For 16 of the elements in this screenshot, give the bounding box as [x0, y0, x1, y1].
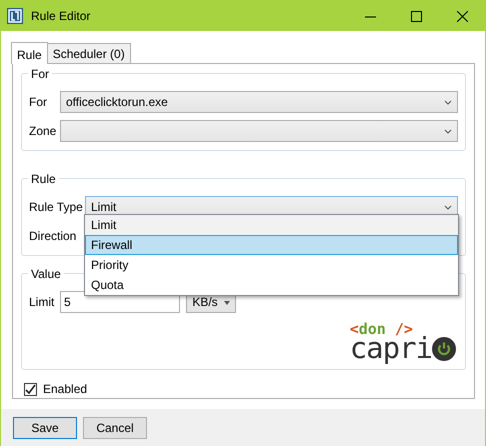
- checkbox-label: Enabled: [43, 381, 88, 398]
- tab[interactable]: Rule: [11, 42, 48, 64]
- field-label: For: [29, 94, 48, 111]
- dialog-button[interactable]: Cancel: [83, 416, 147, 438]
- dropdown-option[interactable]: Priority: [85, 255, 458, 275]
- dropdown[interactable]: officeclicktorun.exe: [60, 91, 458, 113]
- tab[interactable]: Scheduler (0): [46, 43, 131, 63]
- field-label: Direction: [29, 228, 76, 245]
- window-title: Rule Editor: [31, 8, 90, 25]
- field-label: Rule Type: [29, 199, 84, 216]
- dropdown-option[interactable]: Firewall: [85, 235, 458, 255]
- logo-tag: <don />: [350, 322, 413, 337]
- field-label: Zone: [29, 123, 58, 140]
- field-label: Limit: [29, 294, 56, 311]
- dropdown-option[interactable]: Limit: [85, 215, 458, 235]
- dialog-button[interactable]: Save: [13, 416, 77, 438]
